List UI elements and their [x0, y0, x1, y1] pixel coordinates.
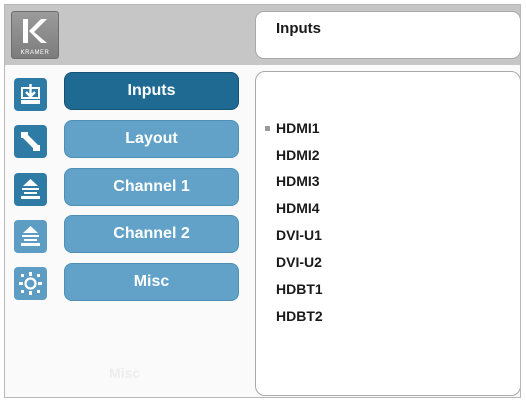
inputs-list-panel: HDMI1 HDMI2 HDMI3 HDMI4 DVI-U1 DVI-U2 HD…	[255, 71, 520, 396]
input-item-hdbt1[interactable]: HDBT1	[276, 281, 323, 297]
nav-misc-label: Misc	[133, 273, 170, 290]
nav-inputs-button[interactable]: Inputs	[64, 72, 239, 110]
nav-channel-1-button[interactable]: Channel 1	[64, 168, 239, 206]
top-bar: KRAMER Inputs	[5, 5, 520, 65]
nav-layout-button[interactable]: Layout	[64, 120, 239, 158]
layout-diagonal-icon[interactable]	[14, 125, 47, 158]
channel-1-icon[interactable]	[14, 173, 47, 206]
nav-layout-label: Layout	[125, 130, 178, 147]
misc-settings-icon[interactable]	[14, 267, 47, 300]
page-title: Inputs	[276, 20, 321, 37]
device-menu-window: KRAMER Inputs Inputs Layout Channel 1 Ch…	[4, 4, 521, 398]
input-item-dvi-u1[interactable]: DVI-U1	[276, 227, 322, 243]
page-title-box: Inputs	[255, 11, 520, 59]
input-arrow-icon[interactable]	[14, 78, 47, 111]
input-item-hdmi4[interactable]: HDMI4	[276, 200, 320, 216]
nav-inputs-label: Inputs	[127, 82, 176, 99]
nav-channel-2-label: Channel 2	[113, 225, 190, 242]
k-logo-icon	[23, 19, 47, 43]
nav-misc-button[interactable]: Misc	[64, 263, 239, 301]
input-item-hdmi2[interactable]: HDMI2	[276, 147, 320, 163]
input-item-hdbt2[interactable]: HDBT2	[276, 308, 323, 324]
input-item-hdmi3[interactable]: HDMI3	[276, 173, 320, 189]
channel-2-icon[interactable]	[14, 220, 47, 253]
nav-channel-1-label: Channel 1	[113, 178, 190, 195]
kramer-logo: KRAMER	[11, 11, 59, 59]
faded-misc-label: Misc	[109, 365, 141, 381]
input-item-dvi-u2[interactable]: DVI-U2	[276, 254, 322, 270]
nav-channel-2-button[interactable]: Channel 2	[64, 215, 239, 253]
input-item-hdmi1[interactable]: HDMI1	[265, 120, 320, 136]
logo-text: KRAMER	[20, 50, 50, 56]
